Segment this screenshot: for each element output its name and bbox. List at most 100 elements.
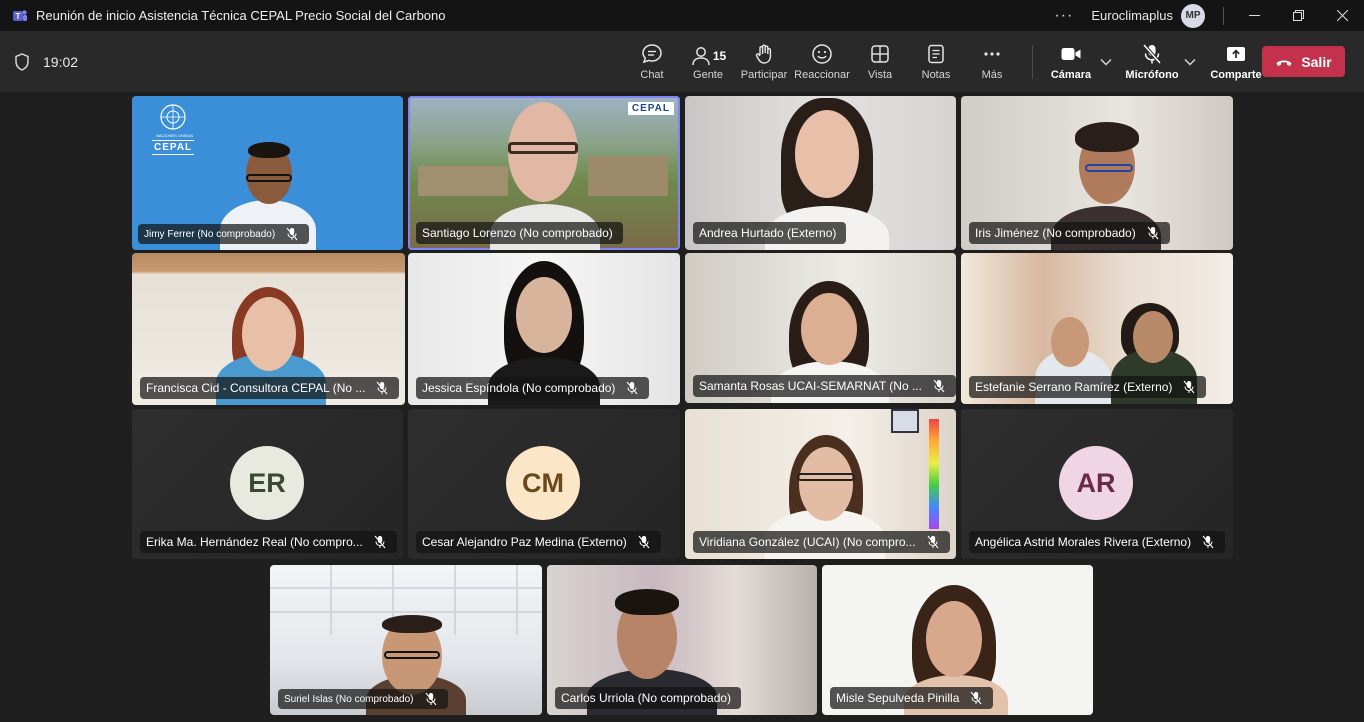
- mic-off-icon: [425, 692, 436, 706]
- share-label: Comparte: [1210, 68, 1262, 81]
- participant-name: Samanta Rosas UCAI-SEMARNAT (No ...: [693, 375, 956, 397]
- participant-tile[interactable]: Viridiana González (UCAI) (No compro...: [685, 409, 956, 559]
- org-name[interactable]: Euroclimaplus: [1091, 8, 1173, 23]
- minimize-button[interactable]: [1232, 0, 1276, 31]
- meeting-timer: 19:02: [43, 53, 79, 70]
- restore-button[interactable]: [1276, 0, 1320, 31]
- participant-name: Santiago Lorenzo (No comprobado): [416, 222, 623, 244]
- participant-name-text: Suriel Islas (No comprobado): [284, 693, 414, 705]
- participant-name: Suriel Islas (No comprobado): [278, 689, 448, 709]
- participant-tile[interactable]: Carlos Urriola (No comprobado): [547, 565, 817, 715]
- participant-name-text: Santiago Lorenzo (No comprobado): [422, 226, 613, 240]
- participant-name-text: Jimy Ferrer (No comprobado): [144, 228, 276, 240]
- mic-off-icon: [376, 381, 388, 395]
- participant-name: Cesar Alejandro Paz Medina (Externo): [416, 531, 661, 553]
- people-label: Gente: [693, 68, 723, 81]
- chat-icon: [642, 43, 662, 63]
- title-bar: T Reunión de inicio Asistencia Técnica C…: [0, 0, 1364, 31]
- participant-tile[interactable]: NACIONES UNIDAS CEPAL Jimy Ferrer (No co…: [132, 96, 403, 250]
- hand-icon: [755, 44, 772, 64]
- svg-text:T: T: [16, 12, 21, 21]
- more-label: Más: [981, 68, 1003, 81]
- mic-button[interactable]: Micrófono: [1121, 31, 1183, 92]
- participant-tile[interactable]: Estefanie Serrano Ramírez (Externo): [961, 253, 1233, 404]
- raise-hand-button[interactable]: Participar: [736, 31, 792, 92]
- more-button[interactable]: Más: [964, 31, 1020, 92]
- restore-icon: [1292, 10, 1304, 21]
- participant-tile[interactable]: Francisca Cid - Consultora CEPAL (No ...: [132, 253, 405, 405]
- mic-off-icon: [638, 535, 650, 549]
- participant-tile[interactable]: AR Angélica Astrid Morales Rivera (Exter…: [961, 409, 1233, 559]
- divider: [1223, 6, 1224, 25]
- share-button[interactable]: Comparte: [1205, 31, 1267, 92]
- avatar[interactable]: MP: [1181, 3, 1205, 28]
- participant-name-text: Angélica Astrid Morales Rivera (Externo): [975, 535, 1192, 549]
- participant-name: Jessica Espíndola (No comprobado): [416, 377, 650, 399]
- participant-tile[interactable]: Jessica Espíndola (No comprobado): [408, 253, 680, 405]
- participant-tile[interactable]: CM Cesar Alejandro Paz Medina (Externo): [408, 409, 680, 559]
- participant-name-text: Cesar Alejandro Paz Medina (Externo): [422, 535, 627, 549]
- participant-name: Angélica Astrid Morales Rivera (Externo): [969, 531, 1226, 553]
- close-button[interactable]: [1320, 0, 1364, 31]
- teams-icon: T: [13, 9, 27, 21]
- camera-button[interactable]: Cámara: [1043, 31, 1099, 92]
- participant-tile[interactable]: Samanta Rosas UCAI-SEMARNAT (No ...: [685, 253, 956, 403]
- participant-tile[interactable]: CEPAL Santiago Lorenzo (No comprobado): [408, 96, 680, 250]
- participant-tile[interactable]: Misle Sepulveda Pinilla: [822, 565, 1093, 715]
- more-options-icon[interactable]: ···: [1054, 7, 1073, 25]
- grid-view-icon: [871, 44, 889, 63]
- participant-name: Estefanie Serrano Ramírez (Externo): [969, 376, 1207, 398]
- video-stage: NACIONES UNIDAS CEPAL Jimy Ferrer (No co…: [0, 92, 1364, 722]
- notes-button[interactable]: Notas: [908, 31, 964, 92]
- participant-name-text: Samanta Rosas UCAI-SEMARNAT (No ...: [699, 379, 922, 393]
- camera-label: Cámara: [1050, 68, 1092, 81]
- camera-options-button[interactable]: [1097, 58, 1115, 66]
- avatar: CM: [506, 446, 580, 520]
- close-icon: [1336, 10, 1348, 21]
- mic-off-icon: [970, 691, 982, 705]
- react-button[interactable]: Reaccionar: [792, 31, 852, 92]
- shield-icon: [15, 52, 29, 71]
- participant-name-text: Andrea Hurtado (Externo): [699, 226, 837, 240]
- participant-name: Erika Ma. Hernández Real (No compro...: [140, 531, 397, 553]
- leave-button[interactable]: Salir: [1262, 46, 1345, 77]
- participant-tile[interactable]: Andrea Hurtado (Externo): [685, 96, 956, 250]
- minimize-icon: [1248, 15, 1260, 16]
- more-icon: [984, 51, 1000, 56]
- mic-options-button[interactable]: [1181, 58, 1199, 66]
- toolbar-divider: [1032, 44, 1033, 79]
- chevron-down-icon: [1100, 58, 1112, 65]
- mic-off-icon: [933, 379, 945, 393]
- participant-name: Misle Sepulveda Pinilla: [830, 687, 994, 709]
- participant-name-text: Jessica Espíndola (No comprobado): [422, 381, 616, 395]
- avatar: ER: [230, 446, 304, 520]
- participant-name-text: Iris Jiménez (No comprobado): [975, 226, 1136, 240]
- camera-icon: [1061, 47, 1081, 60]
- participant-name: Andrea Hurtado (Externo): [693, 222, 847, 244]
- window-title: Reunión de inicio Asistencia Técnica CEP…: [36, 8, 446, 23]
- meeting-toolbar: 19:02 Chat 15 Gente Participar Reacciona…: [0, 31, 1364, 92]
- raise-label: Participar: [740, 68, 788, 81]
- participant-tile[interactable]: ER Erika Ma. Hernández Real (No compro..…: [132, 409, 403, 559]
- smile-icon: [812, 43, 832, 64]
- participant-tile[interactable]: Iris Jiménez (No comprobado): [961, 96, 1233, 250]
- share-icon: [1227, 46, 1245, 61]
- view-label: Vista: [867, 68, 893, 81]
- view-button[interactable]: Vista: [852, 31, 908, 92]
- mic-off-icon: [1142, 43, 1162, 64]
- participant-name: Francisca Cid - Consultora CEPAL (No ...: [140, 377, 400, 399]
- participant-name-text: Viridiana González (UCAI) (No compro...: [699, 535, 916, 549]
- chat-label: Chat: [640, 68, 664, 81]
- people-button[interactable]: 15 Gente: [680, 31, 736, 92]
- participant-name: Iris Jiménez (No comprobado): [969, 222, 1170, 244]
- chat-button[interactable]: Chat: [624, 31, 680, 92]
- mic-off-icon: [927, 535, 938, 549]
- participant-tile[interactable]: Suriel Islas (No comprobado): [270, 565, 542, 715]
- hang-up-icon: [1276, 60, 1292, 66]
- notes-label: Notas: [921, 68, 951, 81]
- participant-name-text: Estefanie Serrano Ramírez (Externo): [975, 380, 1173, 394]
- participant-name-text: Misle Sepulveda Pinilla: [836, 691, 960, 705]
- participant-name-text: Erika Ma. Hernández Real (No compro...: [146, 535, 363, 549]
- mic-label: Micrófono: [1125, 68, 1179, 81]
- participant-name: Carlos Urriola (No comprobado): [555, 687, 742, 709]
